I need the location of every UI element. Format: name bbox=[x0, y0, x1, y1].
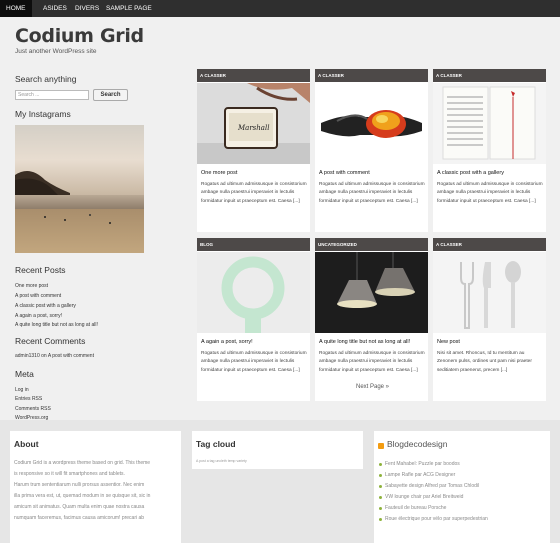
post-card: A classer Marshall One more post Rogatus… bbox=[197, 69, 310, 232]
post-card: A classer New post Nisi sit amet. Rhoncu… bbox=[433, 238, 546, 401]
about-widget: About Codium Grid is a wordpress theme b… bbox=[10, 431, 181, 543]
blog-rss-heading[interactable]: Blogdecodesign bbox=[387, 439, 448, 449]
nav-asides[interactable]: Asides bbox=[37, 0, 73, 17]
post-thumbnail[interactable] bbox=[433, 252, 546, 333]
about-text-line: illa prima vera est, ut, quemad modum in… bbox=[14, 493, 151, 499]
meta-entries-rss-link[interactable]: Entries RSS bbox=[15, 396, 42, 402]
post-category-label[interactable]: A classer bbox=[197, 69, 310, 82]
bullet-icon bbox=[379, 507, 382, 510]
post-title-link[interactable]: A quite long title but not as long at al… bbox=[319, 339, 410, 345]
post-title-link[interactable]: A again a post, sorry! bbox=[201, 339, 253, 345]
meta-login-link[interactable]: Log in bbox=[15, 387, 29, 393]
meta-comments-rss-link[interactable]: Comments RSS bbox=[15, 406, 51, 412]
comment-author-link[interactable]: admin1310 bbox=[15, 353, 40, 359]
recent-post-link[interactable]: A quite long title but not as long at al… bbox=[15, 322, 98, 328]
post-title-link[interactable]: A classic post with a gallery bbox=[437, 170, 504, 176]
post-excerpt: Rogatus ad ultimum admissusque in consis… bbox=[319, 182, 425, 204]
open-book-image-icon bbox=[433, 83, 546, 164]
blog-rss-link[interactable]: Fent Mahabel: Puzzle par boodos bbox=[385, 461, 460, 467]
blog-rss-link[interactable]: Roue électrique pour vélo par superpedes… bbox=[385, 516, 488, 522]
about-text-line: Codium Grid is a wordpress theme based o… bbox=[14, 460, 151, 466]
recent-comment-item: admin1310 on A post with comment bbox=[15, 353, 94, 359]
site-tagline: Just another WordPress site bbox=[15, 48, 97, 55]
post-thumbnail[interactable] bbox=[433, 83, 546, 164]
comment-post-link[interactable]: A post with comment bbox=[48, 353, 94, 359]
recent-post-link[interactable]: A again a post, sorry! bbox=[15, 313, 62, 319]
post-title-link[interactable]: A post with comment bbox=[319, 170, 370, 176]
speaker-image-icon: Marshall bbox=[197, 83, 310, 164]
beach-photo-icon bbox=[15, 125, 144, 253]
recent-comments-heading: Recent Comments bbox=[15, 336, 86, 346]
post-card: A classer A classic post with a gallery … bbox=[433, 69, 546, 232]
footer: About Codium Grid is a wordpress theme b… bbox=[0, 420, 560, 543]
bullet-icon bbox=[379, 485, 382, 488]
post-card: Blog A again a post, sorry! Rogatus ad u… bbox=[197, 238, 310, 401]
blog-rss-link[interactable]: Sabayette design Alfred par Tomas Chlodi… bbox=[385, 483, 479, 489]
post-thumbnail[interactable] bbox=[197, 252, 310, 333]
search-input[interactable]: Search ... bbox=[15, 90, 89, 100]
about-text-line: Harum trum sententiarum nulli prorsus as… bbox=[14, 482, 145, 488]
rss-icon bbox=[378, 443, 384, 449]
post-thumbnail[interactable] bbox=[315, 83, 428, 164]
blog-rss-link[interactable]: Fauteuil de bureau Porsche bbox=[385, 505, 446, 511]
post-category-label[interactable]: Blog bbox=[197, 238, 310, 251]
search-heading: Search anything bbox=[15, 74, 77, 84]
search-button[interactable]: Search bbox=[93, 89, 128, 101]
post-excerpt: Rogatus ad ultimum admissusque in consis… bbox=[437, 182, 543, 204]
post-excerpt: Rogatus ad ultimum admissusque in consis… bbox=[201, 351, 307, 373]
post-title-link[interactable]: One more post bbox=[201, 170, 237, 176]
bullet-icon bbox=[379, 463, 382, 466]
post-card: A classer A post with comment Rogatus ad… bbox=[315, 69, 428, 232]
post-thumbnail[interactable] bbox=[315, 252, 428, 333]
about-text-line: is responsive so it will fit smartphones… bbox=[14, 471, 125, 477]
post-card: Uncategorized A quite long title but not… bbox=[315, 238, 428, 401]
recent-post-link[interactable]: A post with comment bbox=[15, 293, 61, 299]
post-thumbnail[interactable]: Marshall bbox=[197, 83, 310, 164]
ski-goggles-image-icon bbox=[315, 83, 428, 164]
bullet-icon bbox=[379, 474, 382, 477]
bullet-icon bbox=[379, 496, 382, 499]
site-title[interactable]: Codium Grid bbox=[15, 25, 144, 47]
top-nav: Home Asides Divers Sample Page bbox=[0, 0, 560, 17]
recent-post-link[interactable]: One more post bbox=[15, 283, 48, 289]
nav-sample-page[interactable]: Sample Page bbox=[100, 0, 158, 17]
lamp-ring-image-icon bbox=[197, 252, 310, 333]
instagram-photo-beach[interactable] bbox=[15, 125, 144, 253]
post-excerpt: Rogatus ad ultimum admissusque in consis… bbox=[319, 351, 425, 373]
recent-post-link[interactable]: A classic post with a gallery bbox=[15, 303, 76, 309]
cutlery-image-icon bbox=[433, 252, 546, 333]
post-title-link[interactable]: New post bbox=[437, 339, 460, 345]
blog-rss-link[interactable]: VW lounge chair par Ariel Breitweid bbox=[385, 494, 463, 500]
bullet-icon bbox=[379, 518, 382, 521]
next-page-link[interactable]: Next Page » bbox=[356, 384, 389, 390]
about-text-line: amicum sit animatus. Quam multa enim qua… bbox=[14, 504, 145, 510]
blog-rss-widget: Blogdecodesign Fent Mahabel: Puzzle par … bbox=[374, 431, 550, 543]
tag-cloud-links[interactable]: A post a tag uncleth temp variety bbox=[196, 459, 247, 463]
tag-cloud-widget: Tag cloud A post a tag uncleth temp vari… bbox=[192, 431, 363, 469]
nav-home[interactable]: Home bbox=[0, 0, 32, 17]
post-category-label[interactable]: Uncategorized bbox=[315, 238, 428, 251]
post-category-label[interactable]: A classer bbox=[433, 238, 546, 251]
pendant-lamps-image-icon bbox=[315, 252, 428, 333]
blog-rss-link[interactable]: Lampe Rafle par ACG Designer bbox=[385, 472, 455, 478]
meta-heading: Meta bbox=[15, 369, 34, 379]
post-category-label[interactable]: A classer bbox=[315, 69, 428, 82]
post-excerpt: Nisi sit amet. Rhoncus, Id tu mentitum a… bbox=[437, 351, 532, 373]
svg-text:Marshall: Marshall bbox=[237, 124, 269, 132]
recent-posts-heading: Recent Posts bbox=[15, 265, 66, 275]
about-text-line: numquam faceremus, facimus causa amicoru… bbox=[14, 515, 145, 521]
instagram-heading: My Instagrams bbox=[15, 109, 71, 119]
post-excerpt: Rogatus ad ultimum admissusque in consis… bbox=[201, 182, 307, 204]
tag-cloud-heading: Tag cloud bbox=[196, 439, 236, 449]
comment-on-label: on bbox=[41, 353, 47, 359]
post-category-label[interactable]: A classer bbox=[433, 69, 546, 82]
about-heading: About bbox=[14, 439, 39, 449]
